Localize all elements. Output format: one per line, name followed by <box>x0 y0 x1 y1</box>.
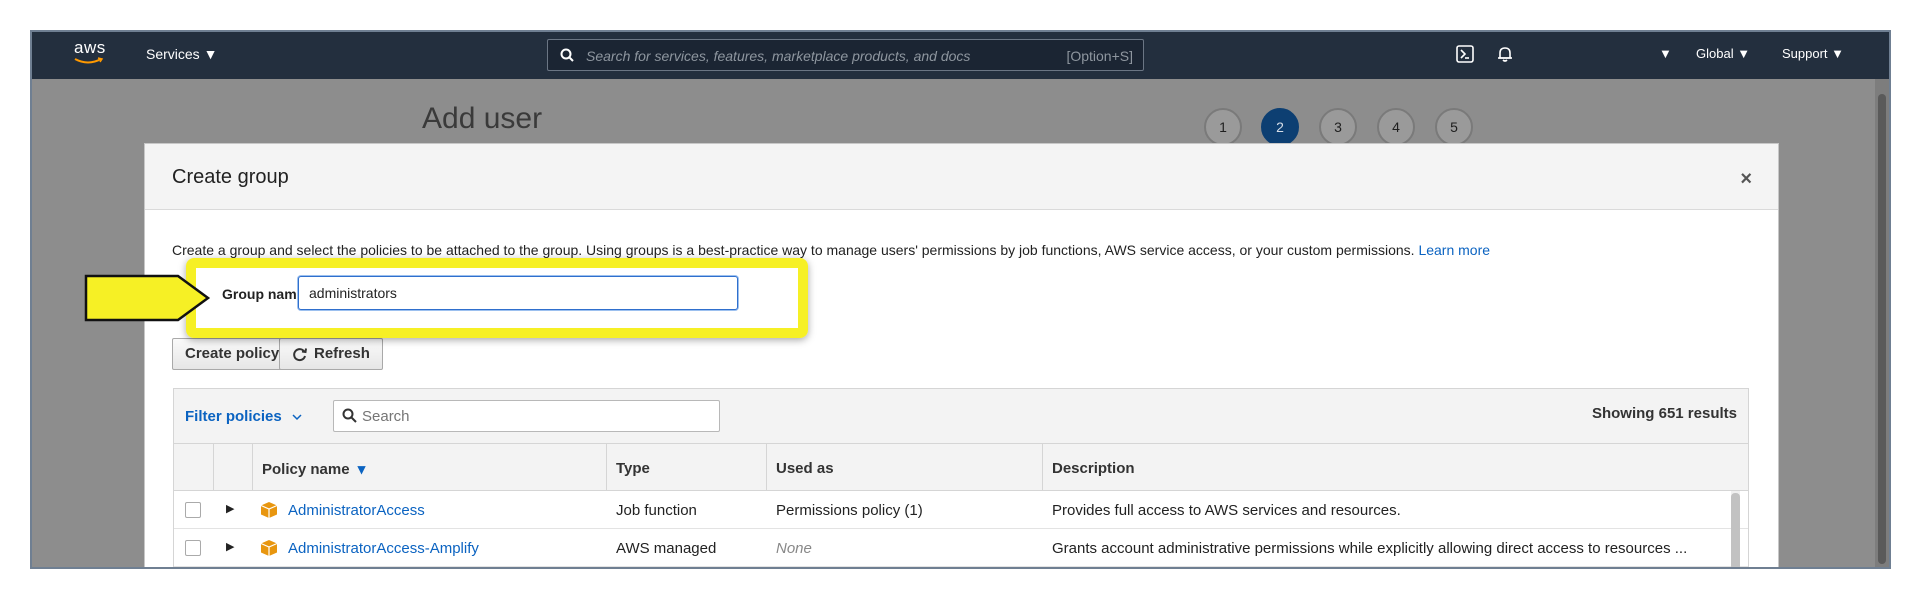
bell-icon[interactable] <box>1496 45 1514 63</box>
refresh-label: Refresh <box>314 345 370 362</box>
create-group-dialog: Create group × Create a group and select… <box>144 143 1779 567</box>
row-checkbox[interactable] <box>185 502 201 518</box>
wizard-step-3[interactable]: 3 <box>1319 108 1357 146</box>
aws-logo[interactable]: aws <box>72 38 112 68</box>
close-icon[interactable]: × <box>1740 168 1752 191</box>
column-header-type[interactable]: Type <box>616 460 650 477</box>
create-policy-label: Create policy <box>185 345 280 362</box>
policy-name-header-label: Policy name <box>262 461 350 478</box>
account-menu-caret[interactable]: ▼ <box>1659 46 1672 61</box>
table-row[interactable]: ▶ AdministratorAccess-Amplify AWS manage… <box>174 529 1748 567</box>
refresh-button[interactable]: Refresh <box>279 338 383 370</box>
policy-name-link[interactable]: AdministratorAccess <box>288 502 425 519</box>
cloudshell-icon[interactable] <box>1456 45 1474 63</box>
policy-used-as: Permissions policy (1) <box>776 502 923 519</box>
table-header: Policy name ▾ Type Used as Description <box>174 444 1748 491</box>
search-icon <box>560 48 574 62</box>
column-divider <box>606 444 607 490</box>
policy-used-as: None <box>776 540 812 557</box>
support-menu[interactable]: Support ▼ <box>1782 46 1844 61</box>
column-header-used-as[interactable]: Used as <box>776 460 834 477</box>
wizard-step-5[interactable]: 5 <box>1435 108 1473 146</box>
policy-description: Provides full access to AWS services and… <box>1052 502 1401 519</box>
page-scrollbar-thumb[interactable] <box>1878 94 1886 564</box>
top-nav-bar: aws Services ▼ Search for services, feat… <box>32 32 1889 79</box>
refresh-icon <box>293 348 307 362</box>
row-checkbox[interactable] <box>185 540 201 556</box>
column-divider <box>1042 444 1043 490</box>
dialog-title: Create group <box>172 166 289 188</box>
search-icon <box>342 408 357 423</box>
global-search-placeholder: Search for services, features, marketpla… <box>586 48 971 64</box>
region-menu[interactable]: Global ▼ <box>1696 46 1750 61</box>
policy-type: AWS managed <box>616 540 717 557</box>
table-scrollbar-thumb[interactable] <box>1731 493 1740 567</box>
filter-policies-dropdown[interactable]: Filter policies <box>185 408 302 425</box>
expand-row-icon[interactable]: ▶ <box>226 502 234 515</box>
aws-smile-icon <box>74 57 104 64</box>
column-header-description[interactable]: Description <box>1052 460 1135 477</box>
dialog-intro: Create a group and select the policies t… <box>172 242 1490 258</box>
column-header-policy-name[interactable]: Policy name ▾ <box>262 460 365 478</box>
table-row[interactable]: ▶ AdministratorAccess Job function Permi… <box>174 491 1748 529</box>
services-menu[interactable]: Services ▼ <box>146 46 217 62</box>
learn-more-link[interactable]: Learn more <box>1418 242 1490 258</box>
wizard-step-1[interactable]: 1 <box>1204 108 1242 146</box>
global-search[interactable]: Search for services, features, marketpla… <box>547 39 1144 71</box>
filter-policies-label: Filter policies <box>185 408 282 425</box>
intro-text: Create a group and select the policies t… <box>172 242 1415 258</box>
result-count: Showing 651 results <box>1591 405 1737 422</box>
callout-arrow-icon <box>84 274 211 322</box>
policy-search-box[interactable] <box>333 400 720 432</box>
column-divider <box>766 444 767 490</box>
expand-row-icon[interactable]: ▶ <box>226 540 234 553</box>
aws-logo-text: aws <box>74 38 106 57</box>
search-shortcut-hint: [Option+S] <box>1066 48 1133 64</box>
callout-highlight-box <box>186 258 808 338</box>
table-filter-bar: Filter policies Showing 651 results <box>174 389 1748 444</box>
policy-description: Grants account administrative permission… <box>1052 540 1688 557</box>
policies-table: Filter policies Showing 651 results <box>173 388 1749 567</box>
create-policy-button[interactable]: Create policy <box>172 338 293 370</box>
wizard-step-4[interactable]: 4 <box>1377 108 1415 146</box>
column-divider <box>213 444 214 490</box>
sort-desc-icon: ▾ <box>357 461 366 478</box>
policy-package-icon <box>260 502 278 518</box>
policy-search-input[interactable] <box>362 401 702 431</box>
wizard-step-2[interactable]: 2 <box>1261 108 1299 146</box>
column-divider <box>252 444 253 490</box>
chevron-down-icon <box>292 414 302 421</box>
policy-type: Job function <box>616 502 697 519</box>
dialog-header: Create group × <box>145 144 1778 210</box>
page-title: Add user <box>422 102 543 135</box>
policy-package-icon <box>260 540 278 556</box>
policy-name-link[interactable]: AdministratorAccess-Amplify <box>288 540 479 557</box>
